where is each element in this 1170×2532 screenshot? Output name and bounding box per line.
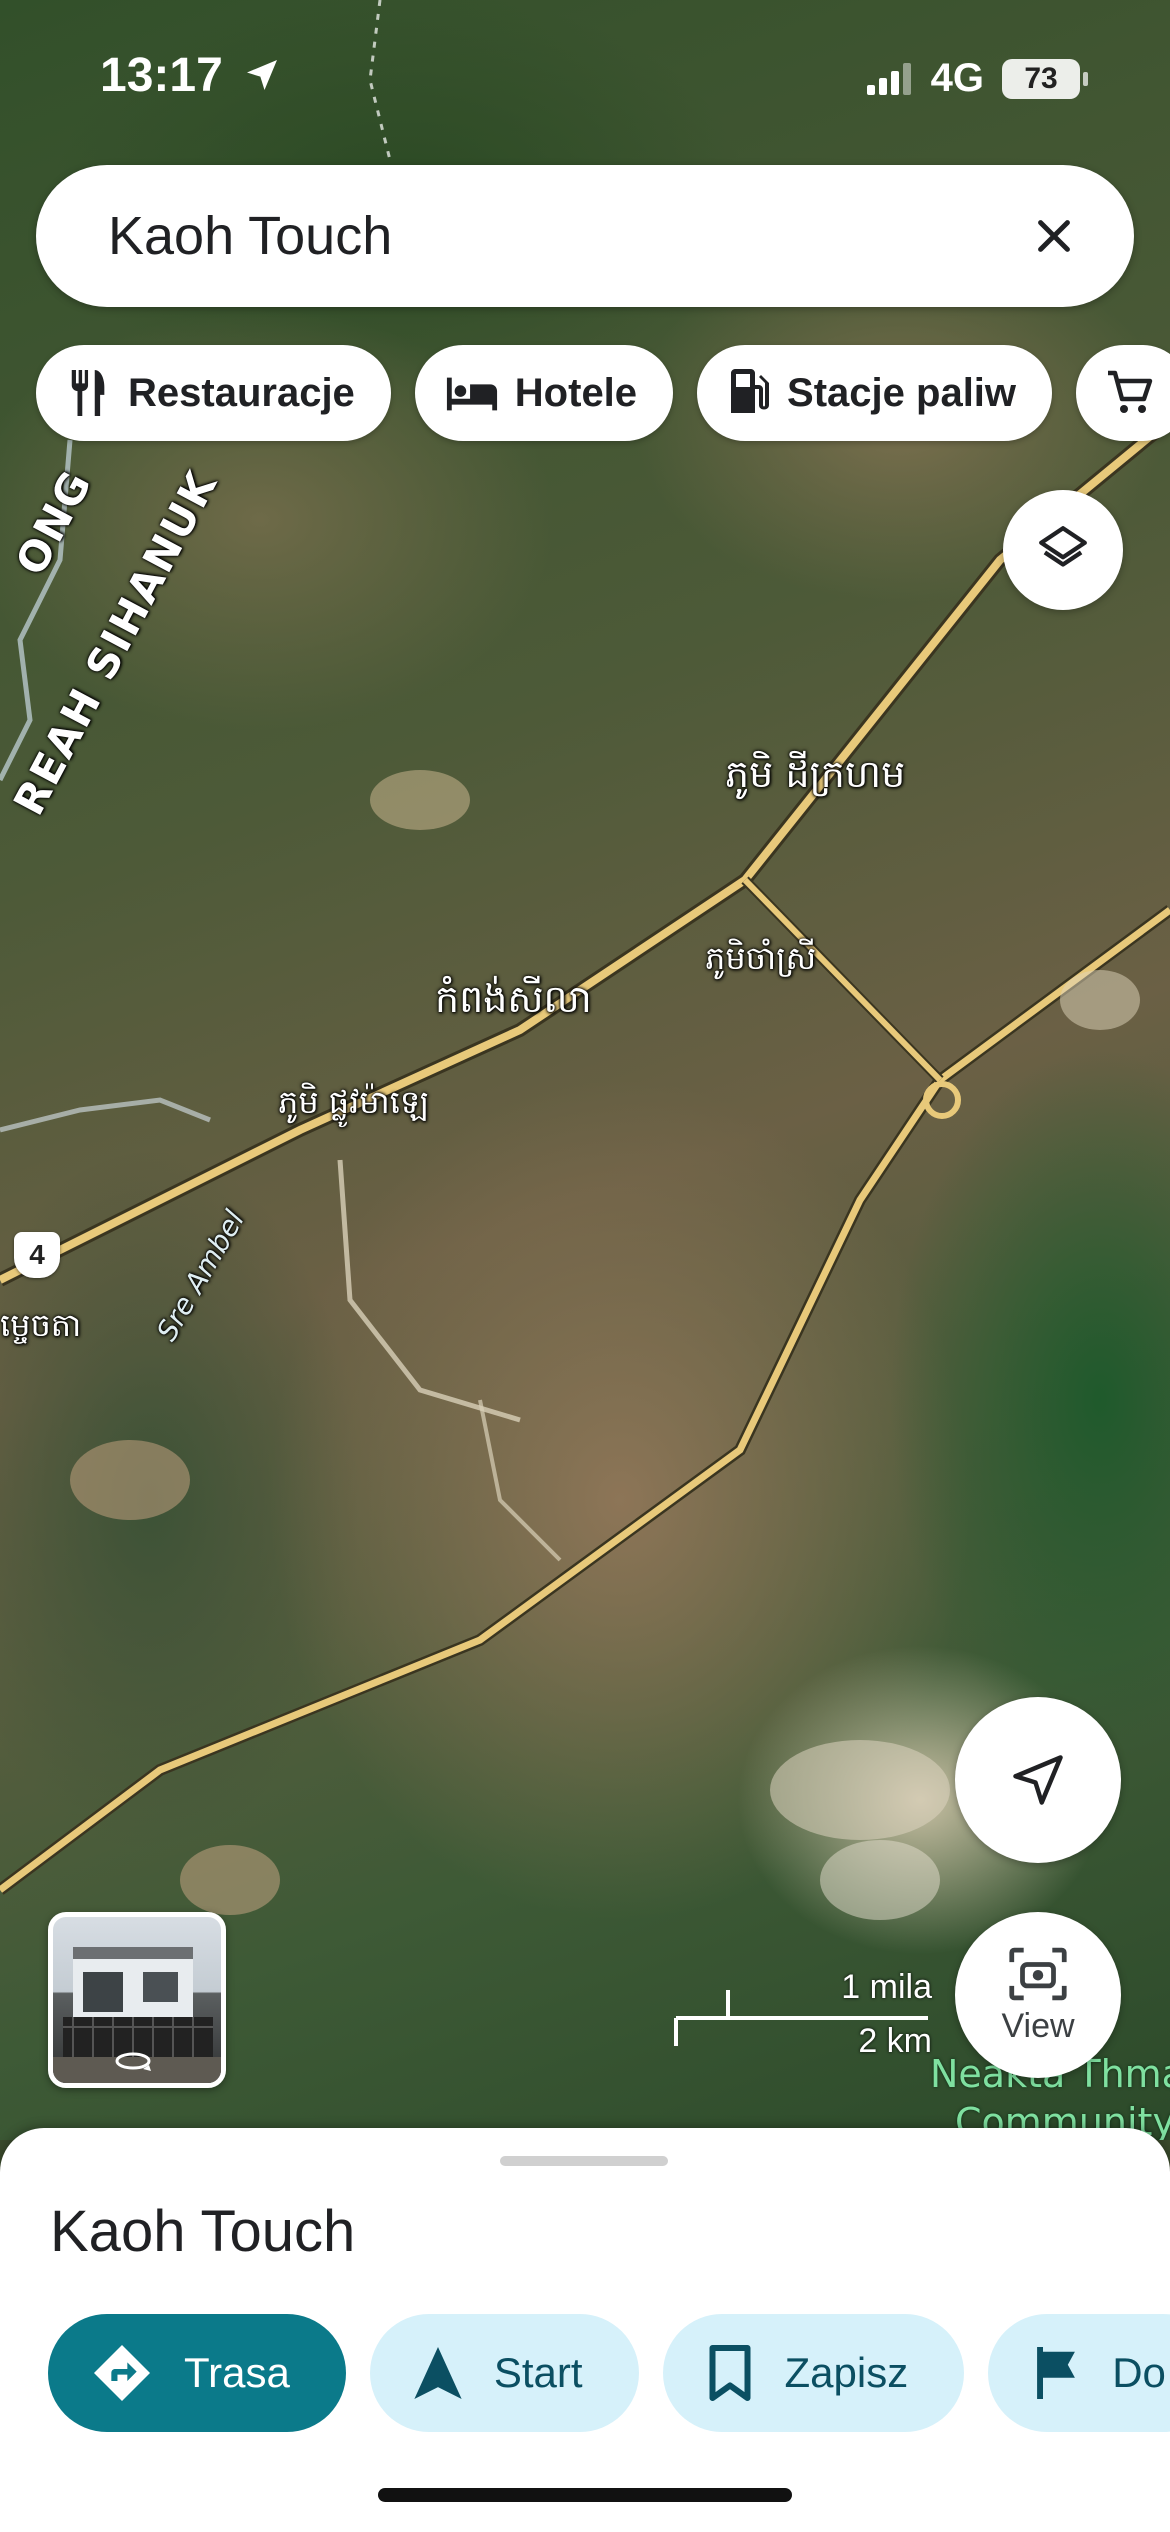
navigation-arrow-icon xyxy=(1013,1755,1063,1805)
scale-bar xyxy=(674,1990,928,2046)
action-label: Trasa xyxy=(184,2349,290,2396)
map-place-label[interactable]: កំពង់សីលា xyxy=(435,975,592,1031)
battery-level: 73 xyxy=(1024,61,1058,95)
map-place-label[interactable]: ម្ចេចតា xyxy=(0,1305,81,1352)
sheet-drag-handle[interactable] xyxy=(500,2156,668,2166)
start-button[interactable]: Start xyxy=(369,2314,639,2432)
my-location-button[interactable] xyxy=(955,1697,1121,1863)
map-place-label[interactable]: ភូមិ ផ្លូវម៉ាឡេ xyxy=(278,1082,429,1129)
street-view-thumbnail[interactable] xyxy=(48,1912,226,2088)
map-scale: 1 mila 2 km xyxy=(672,1968,932,2060)
river xyxy=(0,1097,211,1133)
location-arrow-icon xyxy=(247,60,278,90)
chip-hotels[interactable]: Hotele xyxy=(414,345,674,441)
close-icon xyxy=(1038,220,1070,252)
minor-road xyxy=(337,1159,521,1423)
map-layers-button[interactable] xyxy=(1003,490,1123,610)
navigation-arrow-icon xyxy=(414,2347,462,2399)
search-bar[interactable]: Kaoh Touch xyxy=(36,165,1134,307)
home-indicator[interactable] xyxy=(378,2488,792,2502)
chip-label: Stacje paliw xyxy=(787,370,1017,415)
time-text: 13:17 xyxy=(100,49,223,102)
map-place-label[interactable]: ភូមិចាំស្រី xyxy=(705,938,816,985)
view-label: View xyxy=(1001,2006,1075,2045)
bed-icon xyxy=(446,377,497,411)
gas-station-icon xyxy=(731,369,770,413)
directions-button[interactable]: Trasa xyxy=(48,2314,346,2432)
minor-road xyxy=(478,1399,562,1562)
chip-label: Restauracje xyxy=(128,370,355,415)
directions-icon xyxy=(94,2345,150,2401)
place-sheet[interactable]: Kaoh Touch Trasa Start Zapisz Do xyxy=(0,2128,1170,2532)
battery-icon: 73 xyxy=(1002,58,1088,99)
status-time: 13:17 xyxy=(100,48,282,103)
map-place-label[interactable]: ភូមិ ដីក្រហម xyxy=(725,750,905,806)
bookmark-icon xyxy=(709,2345,751,2401)
place-title: Kaoh Touch xyxy=(50,2199,356,2264)
action-label: Start xyxy=(493,2349,583,2396)
save-button[interactable]: Zapisz xyxy=(662,2314,965,2432)
status-bar: 13:17 4G 73 xyxy=(0,0,1170,150)
fork-knife-icon xyxy=(71,370,105,416)
chip-label: Hotele xyxy=(514,370,638,415)
flag-button[interactable]: Do xyxy=(988,2314,1170,2432)
network-type: 4G xyxy=(930,56,984,100)
cart-icon xyxy=(1108,370,1153,413)
view-button[interactable]: View xyxy=(955,1912,1121,2078)
camera-scan-icon xyxy=(1009,1947,1067,2000)
chip-gas-stations[interactable]: Stacje paliw xyxy=(697,345,1053,441)
action-label: Zapisz xyxy=(784,2349,909,2396)
action-label: Do xyxy=(1112,2349,1166,2396)
rotate-360-icon xyxy=(115,2052,151,2071)
search-query[interactable]: Kaoh Touch xyxy=(108,205,1004,267)
chip-shopping[interactable] xyxy=(1076,345,1170,441)
signal-icon xyxy=(866,62,911,95)
layers-icon xyxy=(1039,526,1087,567)
status-indicators: 4G 73 xyxy=(866,56,1088,101)
chip-restaurants[interactable]: Restauracje xyxy=(36,345,391,441)
category-chips: Restauracje Hotele Stacje paliw xyxy=(36,345,1170,441)
route-shield: 4 xyxy=(14,1232,60,1278)
place-actions: Trasa Start Zapisz Do xyxy=(48,2314,1170,2432)
flag-icon xyxy=(1037,2347,1076,2399)
clear-search-button[interactable] xyxy=(1004,186,1104,286)
